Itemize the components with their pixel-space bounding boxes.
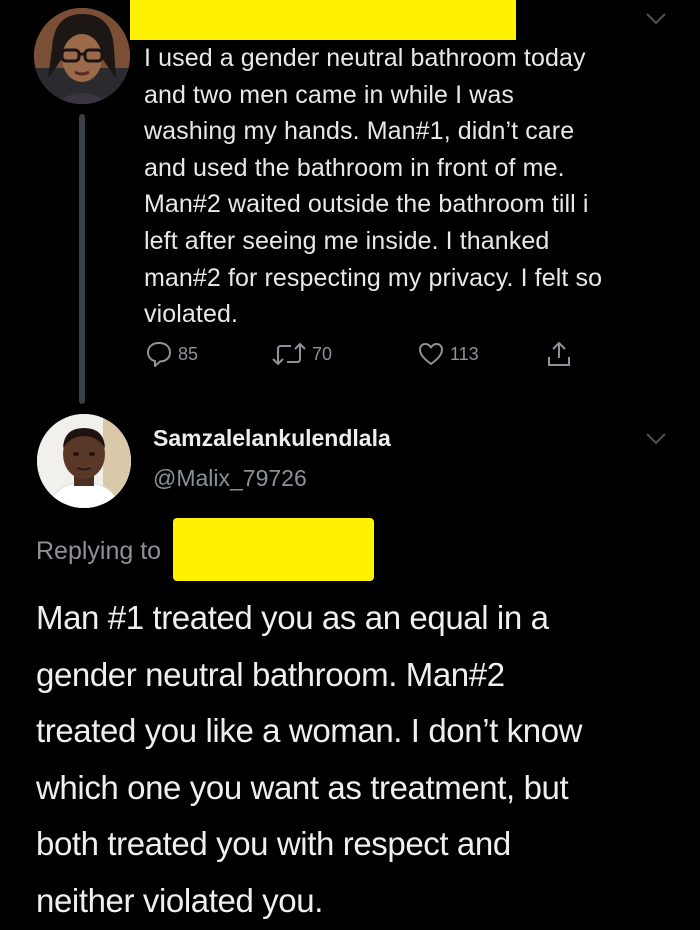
tweet-text: Man #1 treated you as an equal in a gend… bbox=[36, 599, 583, 919]
replying-to-label: Replying to bbox=[36, 537, 162, 565]
chevron-down-icon[interactable] bbox=[645, 12, 667, 26]
user-handle[interactable]: @Malix_79726 bbox=[153, 465, 307, 492]
redacted-name bbox=[130, 0, 516, 40]
heart-icon bbox=[419, 343, 443, 365]
avatar-photo bbox=[34, 8, 130, 104]
share-icon bbox=[548, 341, 570, 366]
avatar[interactable] bbox=[34, 8, 130, 104]
like-count: 113 bbox=[450, 343, 479, 364]
avatar-photo bbox=[37, 414, 131, 508]
redacted-username bbox=[173, 518, 374, 581]
chevron-down-icon[interactable] bbox=[645, 432, 667, 446]
reply-count: 85 bbox=[178, 343, 199, 364]
original-tweet[interactable]: I used a gender neutral bathroom today a… bbox=[0, 0, 700, 404]
retweet-count: 70 bbox=[312, 343, 333, 364]
display-name[interactable]: Samzalelankulendlala bbox=[153, 425, 391, 452]
share-button[interactable] bbox=[545, 338, 573, 370]
tweet-text: I used a gender neutral bathroom today a… bbox=[144, 44, 603, 329]
retweet-button[interactable]: 70 bbox=[271, 338, 332, 370]
retweet-icon bbox=[272, 342, 306, 366]
reply-button[interactable]: 85 bbox=[145, 338, 198, 370]
like-button[interactable]: 113 bbox=[417, 338, 479, 370]
thread-line bbox=[79, 114, 85, 404]
tweet-actions: 85 70 113 bbox=[145, 338, 605, 370]
avatar[interactable] bbox=[37, 414, 131, 508]
reply-icon bbox=[147, 342, 171, 367]
